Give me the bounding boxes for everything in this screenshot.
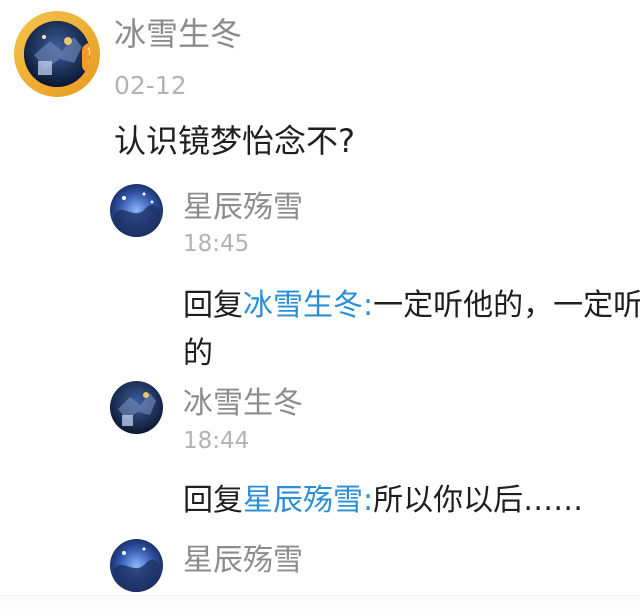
- reply-avatar-image: [110, 539, 163, 592]
- reply-avatar-image: [110, 381, 163, 434]
- main-commenter-avatar[interactable]: 作者: [14, 11, 100, 97]
- mention-link[interactable]: 冰雪生冬:: [243, 288, 373, 323]
- reply-author-name[interactable]: 星辰殇雪: [183, 543, 303, 579]
- reply-text[interactable]: 回复星辰殇雪:所以你以后……: [183, 477, 640, 525]
- author-badge: 作者: [82, 43, 90, 73]
- reply-text[interactable]: 回复冰雪生冬:一定听他的，一定听他的: [183, 282, 640, 378]
- reply-author-name[interactable]: 冰雪生冬: [183, 386, 303, 422]
- reply-body: 所以你以后……: [373, 483, 584, 518]
- bottom-divider: [0, 595, 640, 609]
- reply-avatar[interactable]: [110, 381, 163, 434]
- reply-time: 18:45: [183, 231, 250, 257]
- mention-name: 冰雪生冬: [243, 288, 363, 323]
- reply-avatar[interactable]: [110, 184, 163, 237]
- mention-separator: :: [363, 483, 374, 518]
- reply-prefix: 回复: [183, 483, 243, 518]
- mention-link[interactable]: 星辰殇雪:: [243, 483, 373, 518]
- main-comment-time: 02-12: [114, 71, 187, 100]
- mention-name: 星辰殇雪: [243, 483, 363, 518]
- reply-prefix: 回复: [183, 288, 243, 323]
- reply-time: 18:44: [183, 428, 250, 454]
- reply-avatar[interactable]: [110, 539, 163, 592]
- main-comment-text[interactable]: 认识镜梦怡念不?: [114, 120, 355, 162]
- comment-thread: 作者 冰雪生冬 02-12 认识镜梦怡念不? 星辰殇雪 18:45 回复冰雪生冬…: [0, 0, 640, 609]
- mention-separator: :: [363, 288, 374, 323]
- main-avatar-image: 作者: [24, 21, 90, 87]
- main-commenter-name[interactable]: 冰雪生冬: [114, 14, 242, 54]
- reply-author-name[interactable]: 星辰殇雪: [183, 190, 303, 226]
- reply-avatar-image: [110, 184, 163, 237]
